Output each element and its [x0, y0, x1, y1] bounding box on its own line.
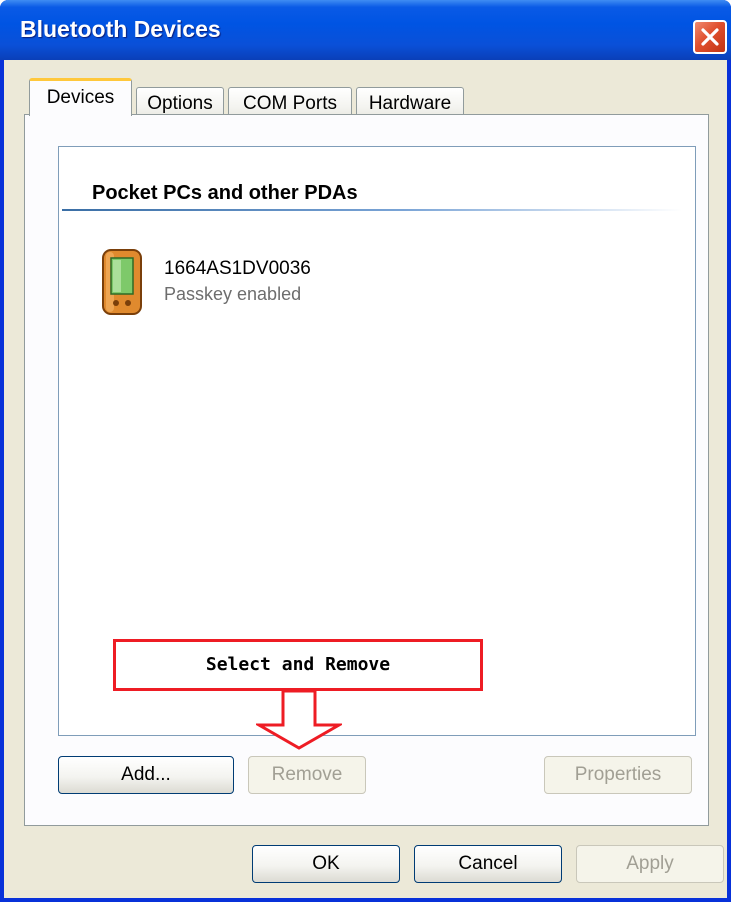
- tab-com-ports-label: COM Ports: [243, 93, 337, 114]
- pda-icon: [102, 249, 142, 315]
- window-title: Bluetooth Devices: [20, 16, 221, 42]
- cancel-button[interactable]: Cancel: [414, 845, 562, 883]
- select-and-remove-callout: Select and Remove: [113, 639, 483, 691]
- tab-hardware-label: Hardware: [368, 93, 452, 114]
- properties-button[interactable]: Properties: [544, 756, 692, 794]
- tab-devices[interactable]: Devices: [29, 78, 132, 116]
- device-list-item[interactable]: 1664AS1DV0036 Passkey enabled: [100, 246, 400, 318]
- close-button[interactable]: [693, 20, 727, 54]
- arrow-down-icon: [256, 690, 342, 750]
- add-button[interactable]: Add...: [58, 756, 234, 794]
- tab-options-label: Options: [147, 93, 213, 114]
- device-status: Passkey enabled: [164, 284, 302, 304]
- remove-button[interactable]: Remove: [248, 756, 366, 794]
- tab-devices-label: Devices: [46, 87, 115, 108]
- ok-button[interactable]: OK: [252, 845, 400, 883]
- title-bar[interactable]: Bluetooth Devices: [0, 0, 731, 60]
- group-header-divider: [62, 209, 682, 211]
- apply-button[interactable]: Apply: [576, 845, 724, 883]
- close-icon: [701, 28, 719, 46]
- device-group-header: Pocket PCs and other PDAs: [92, 182, 358, 204]
- device-name: 1664AS1DV0036: [164, 258, 311, 279]
